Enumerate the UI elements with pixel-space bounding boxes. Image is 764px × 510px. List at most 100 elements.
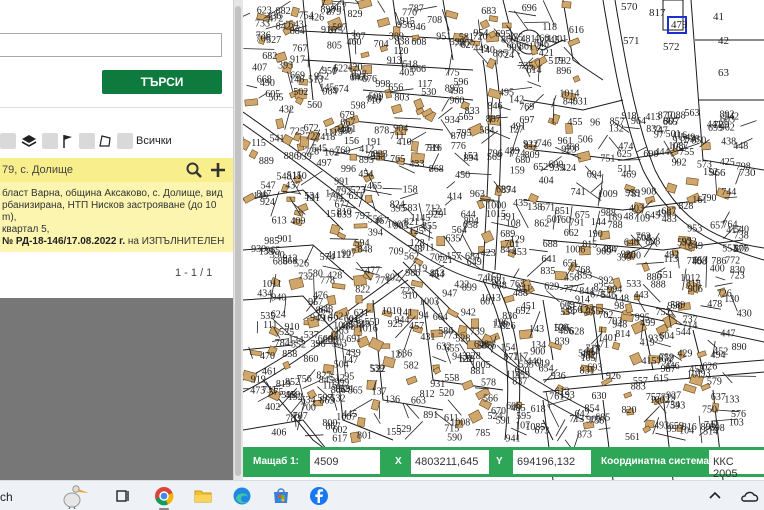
plot-label[interactable]: 41 (713, 11, 724, 23)
plot-label[interactable]: 868 (429, 164, 444, 175)
plot-label[interactable]: 432 (279, 104, 294, 115)
plot-label[interactable]: 749 (355, 319, 370, 330)
plot-label[interactable]: 561 (625, 432, 640, 443)
plot-label[interactable]: 123 (579, 305, 594, 316)
plot-label[interactable]: 998 (375, 79, 390, 90)
plot-label[interactable]: 610 (460, 354, 475, 365)
plot-label[interactable]: 728 (304, 147, 319, 158)
plot-label[interactable]: 686 (273, 256, 288, 267)
plot-label[interactable]: 787 (409, 4, 424, 15)
plot-label[interactable]: 492 (664, 250, 679, 261)
plot-label[interactable]: 415 (642, 356, 657, 367)
plot-label[interactable]: 738 (734, 230, 749, 241)
plot-label[interactable]: 755 (679, 147, 694, 158)
plot-label[interactable]: 683 (481, 6, 496, 17)
plot-label[interactable]: 718 (586, 344, 601, 355)
plot-label[interactable]: 600 (548, 160, 563, 171)
plot-label[interactable]: 499 (640, 318, 655, 329)
plot-label[interactable]: 159 (510, 165, 525, 176)
plot-label[interactable]: 831 (580, 365, 595, 376)
plot-label[interactable]: 767 (292, 44, 307, 55)
plot-label[interactable]: 418 (320, 132, 335, 143)
polygon-icon[interactable] (97, 133, 113, 149)
plot-label[interactable]: 799 (656, 356, 671, 367)
plot-label[interactable]: 662 (564, 228, 579, 239)
plot-label[interactable]: 758 (589, 415, 604, 426)
plot-label[interactable]: 616 (569, 25, 584, 36)
plot-label[interactable]: 587 (332, 23, 347, 34)
plot-label[interactable]: 942 (461, 307, 476, 318)
plot-label[interactable]: 394 (368, 227, 383, 238)
plot-label[interactable]: 757 (646, 392, 661, 403)
plot-label[interactable]: 791 (569, 218, 584, 229)
plot-label[interactable]: 589 (670, 300, 685, 311)
plot-label[interactable]: 490 (260, 78, 275, 89)
plot-label[interactable]: 430 (737, 308, 752, 319)
plot-label[interactable]: 118 (542, 22, 557, 33)
plot-label[interactable]: 708 (427, 15, 442, 26)
plot-label[interactable]: 630 (592, 391, 607, 402)
plot-label[interactable]: 603 (720, 114, 735, 125)
plot-label[interactable]: 459 (285, 390, 300, 401)
plot-label[interactable]: 94 (419, 311, 429, 322)
plot-label[interactable]: 617 (332, 433, 347, 444)
plot-label[interactable]: 789 (425, 143, 440, 154)
plot-label[interactable]: 389 (389, 31, 404, 42)
plot-label[interactable]: 754 (299, 11, 314, 22)
plot-label[interactable]: 605 (265, 89, 280, 100)
plot-label[interactable]: 811 (524, 141, 539, 152)
plot-label[interactable]: 513 (308, 75, 323, 86)
plot-label[interactable]: 611 (444, 413, 459, 424)
y-coordinate-field[interactable]: 694196,132 (513, 450, 591, 474)
taskbar-search-text[interactable]: ch (0, 490, 13, 504)
plot-label[interactable]: 533 (626, 279, 641, 290)
plot-label[interactable]: 709 (389, 246, 404, 257)
plot-label[interactable]: 788 (608, 220, 623, 231)
plot-label[interactable]: 926 (606, 371, 621, 382)
plot-label[interactable]: 888 (651, 279, 666, 290)
plot-label[interactable]: 435 (513, 198, 528, 209)
plot-label[interactable]: 424 (561, 163, 576, 174)
layer-toggle-button[interactable] (117, 133, 133, 149)
plot-label[interactable]: 776 (451, 141, 466, 152)
plot-label[interactable]: 828 (678, 201, 693, 212)
plot-label[interactable]: 946 (411, 22, 426, 33)
cadastral-map[interactable]: 570 817 41 571 479 572 42 63 807 729 730 966 669 670 6… (243, 0, 764, 480)
plot-label[interactable]: 507 (547, 215, 562, 226)
plot-label[interactable]: 391 (501, 212, 516, 223)
plot-label[interactable]: 674 (334, 84, 349, 95)
plot-label[interactable]: 460 (347, 37, 362, 48)
plot-label[interactable]: 745 (545, 35, 560, 46)
plot-label[interactable]: 121 (391, 350, 406, 361)
plot-label[interactable]: 609 (560, 300, 575, 311)
plot-label[interactable]: 802 (385, 273, 400, 284)
plot-label[interactable]: 731 (262, 385, 277, 396)
plot-label[interactable]: 571 (623, 35, 640, 47)
plot-label[interactable]: 141 (398, 308, 413, 319)
plot-label[interactable]: 455 (567, 117, 582, 128)
plot-label[interactable]: 487 (624, 211, 639, 222)
plot-label[interactable]: 631 (354, 308, 369, 319)
layer-toggle-button[interactable] (0, 133, 16, 149)
plot-label[interactable]: 404 (539, 176, 554, 187)
plot-label[interactable]: 413 (645, 112, 660, 123)
plot-label[interactable]: 800 (322, 418, 337, 429)
plot-label[interactable]: 618 (531, 404, 546, 415)
plot-label[interactable]: 741 (571, 187, 586, 198)
plot-label[interactable]: 825 (594, 282, 609, 293)
plot-label[interactable]: 597 (318, 393, 333, 404)
plot-label[interactable]: 449 (473, 44, 488, 55)
search-input[interactable] (0, 33, 222, 57)
all-layers-label[interactable]: Всички (136, 135, 172, 147)
plot-label[interactable]: 936 (551, 371, 566, 382)
plot-label[interactable]: 443 (634, 290, 649, 301)
plot-label[interactable]: 737 (683, 315, 698, 326)
search-icon[interactable] (185, 161, 203, 179)
plot-label[interactable]: 148 (614, 294, 629, 305)
chrome-icon[interactable] (154, 486, 174, 506)
plot-label[interactable]: 744 (721, 187, 736, 198)
plot-label[interactable]: 63 (718, 67, 730, 79)
plot-label[interactable]: 796 (488, 148, 503, 159)
plot-label[interactable]: 590 (447, 433, 462, 444)
plot-label[interactable]: 839 (555, 336, 570, 347)
